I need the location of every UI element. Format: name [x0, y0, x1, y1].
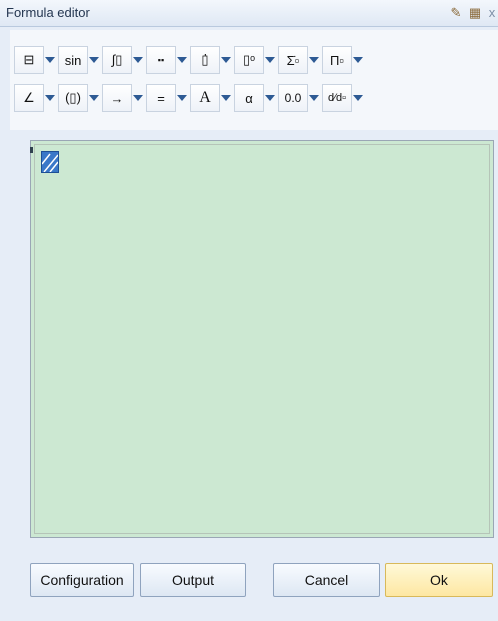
arrow-icon[interactable]: →	[102, 84, 132, 112]
dropdown-arrow-icon[interactable]	[352, 84, 364, 112]
dialog-buttons: Configuration Output Cancel Ok	[0, 563, 498, 599]
pin-icon[interactable]: ✎	[448, 5, 464, 21]
dropdown-arrow-icon[interactable]	[308, 84, 320, 112]
title-icons: ✎ ▦ x	[448, 4, 498, 22]
font-icon[interactable]: A	[190, 84, 220, 112]
dropdown-arrow-icon[interactable]	[264, 46, 276, 74]
title-bar: Formula editor ✎ ▦ x	[0, 0, 498, 27]
sum-icon[interactable]: Σ̇▫	[278, 46, 308, 74]
tool-fonts[interactable]: A	[190, 84, 232, 112]
product-icon[interactable]: Π▫	[322, 46, 352, 74]
formula-canvas[interactable]	[30, 140, 494, 538]
alpha-icon[interactable]: α	[234, 84, 264, 112]
toolbar: ⊟ sin ∫▯ ▪▪ ▯̇ ▯ᵒ Σ̇▫ Π▫ ∠ (▯) → = A α 0…	[10, 30, 498, 130]
dropdown-arrow-icon[interactable]	[88, 84, 100, 112]
tool-sum[interactable]: Σ̇▫	[278, 46, 320, 74]
tool-arrows[interactable]: →	[102, 84, 144, 112]
configuration-button[interactable]: Configuration	[30, 563, 134, 597]
tool-relations[interactable]: =	[146, 84, 188, 112]
dropdown-arrow-icon[interactable]	[132, 84, 144, 112]
close-button[interactable]: x	[486, 5, 498, 21]
numbers-button[interactable]: 0.0	[278, 84, 308, 112]
superscript-icon[interactable]: ▯ᵒ	[234, 46, 264, 74]
dropdown-arrow-icon[interactable]	[176, 46, 188, 74]
tool-fraction[interactable]: ⊟	[14, 46, 56, 74]
window-title: Formula editor	[6, 5, 90, 20]
tool-greek[interactable]: α	[234, 84, 276, 112]
cancel-button[interactable]: Cancel	[273, 563, 380, 597]
functions-button[interactable]: sin	[58, 46, 88, 74]
toolbar-row-2: ∠ (▯) → = A α 0.0 d⁄d▫	[14, 84, 366, 112]
dropdown-arrow-icon[interactable]	[264, 84, 276, 112]
toolbar-row-1: ⊟ sin ∫▯ ▪▪ ▯̇ ▯ᵒ Σ̇▫ Π▫	[14, 46, 366, 74]
equals-icon[interactable]: =	[146, 84, 176, 112]
integral-icon[interactable]: ∫▯	[102, 46, 132, 74]
tool-functions[interactable]: sin	[58, 46, 100, 74]
dropdown-arrow-icon[interactable]	[44, 84, 56, 112]
formula-area[interactable]	[34, 144, 490, 534]
brackets-icon[interactable]: (▯)	[58, 84, 88, 112]
tool-geometry[interactable]: ∠	[14, 84, 56, 112]
tool-numbers[interactable]: 0.0	[278, 84, 320, 112]
dropdown-arrow-icon[interactable]	[352, 46, 364, 74]
dropdown-arrow-icon[interactable]	[132, 46, 144, 74]
dropdown-arrow-icon[interactable]	[308, 46, 320, 74]
matrix-icon[interactable]: ▪▪	[146, 46, 176, 74]
tool-brackets[interactable]: (▯)	[58, 84, 100, 112]
dropdown-arrow-icon[interactable]	[176, 84, 188, 112]
placeholder-icon[interactable]	[41, 151, 59, 173]
angle-icon[interactable]: ∠	[14, 84, 44, 112]
tool-matrix[interactable]: ▪▪	[146, 46, 188, 74]
ok-button[interactable]: Ok	[385, 563, 493, 597]
dropdown-arrow-icon[interactable]	[44, 46, 56, 74]
tool-script[interactable]: ▯ᵒ	[234, 46, 276, 74]
dropdown-arrow-icon[interactable]	[220, 46, 232, 74]
derivative-icon[interactable]: d⁄d▫	[322, 84, 352, 112]
tool-accent[interactable]: ▯̇	[190, 46, 232, 74]
output-button[interactable]: Output	[140, 563, 246, 597]
fraction-icon[interactable]: ⊟	[14, 46, 44, 74]
cursor-marker	[30, 147, 33, 153]
dropdown-arrow-icon[interactable]	[88, 46, 100, 74]
dropdown-arrow-icon[interactable]	[220, 84, 232, 112]
tool-integral[interactable]: ∫▯	[102, 46, 144, 74]
dot-accent-icon[interactable]: ▯̇	[190, 46, 220, 74]
tool-derivative[interactable]: d⁄d▫	[322, 84, 364, 112]
dock-icon[interactable]: ▦	[467, 5, 483, 21]
tool-product[interactable]: Π▫	[322, 46, 364, 74]
